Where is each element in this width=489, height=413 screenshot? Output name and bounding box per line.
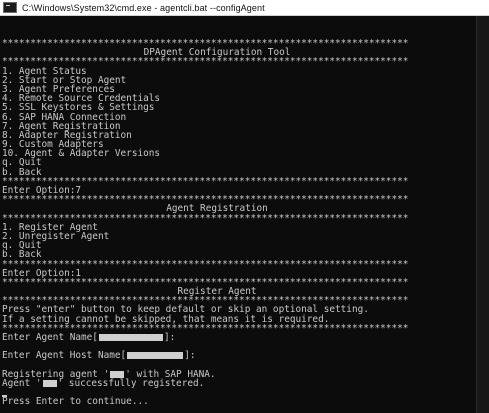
menu-item: 10. Agent & Adapter Versions [2,148,161,160]
success-line: Agent ' ' successfully registered. [2,379,476,388]
prompt-end: ]: [184,350,196,362]
cmd-icon [3,2,17,13]
redacted-block [42,379,57,387]
menu-item: q. Quit [2,240,42,252]
redacted-block [98,334,163,341]
menu-item: 2. Unregister Agent [2,230,110,242]
cmd-window: C:\Windows\System32\cmd.exe - agentcli.b… [0,0,489,413]
prompt-start: Enter Agent Host Name[ [2,350,127,362]
agent-name-prompt: Enter Agent Name[]: [2,333,476,342]
redacted-block [127,352,184,360]
prompt-end: ]: [163,332,176,343]
menu-item: q. Quit [2,157,42,169]
window-title: C:\Windows\System32\cmd.exe - agentcli.b… [22,2,265,13]
vertical-scrollbar[interactable] [476,16,489,413]
redacted-block [110,370,125,378]
text-start: Agent ' [2,377,42,389]
text-end: ' successfully registered. [57,377,205,389]
agent-host-prompt: Enter Agent Host Name[]: [2,351,476,360]
console-output[interactable]: ****************************************… [0,16,476,413]
prompt-start: Enter Agent Name[ [2,332,98,343]
continue-prompt: Press Enter to continue... [2,396,149,408]
title-bar[interactable]: C:\Windows\System32\cmd.exe - agentcli.b… [0,0,489,16]
